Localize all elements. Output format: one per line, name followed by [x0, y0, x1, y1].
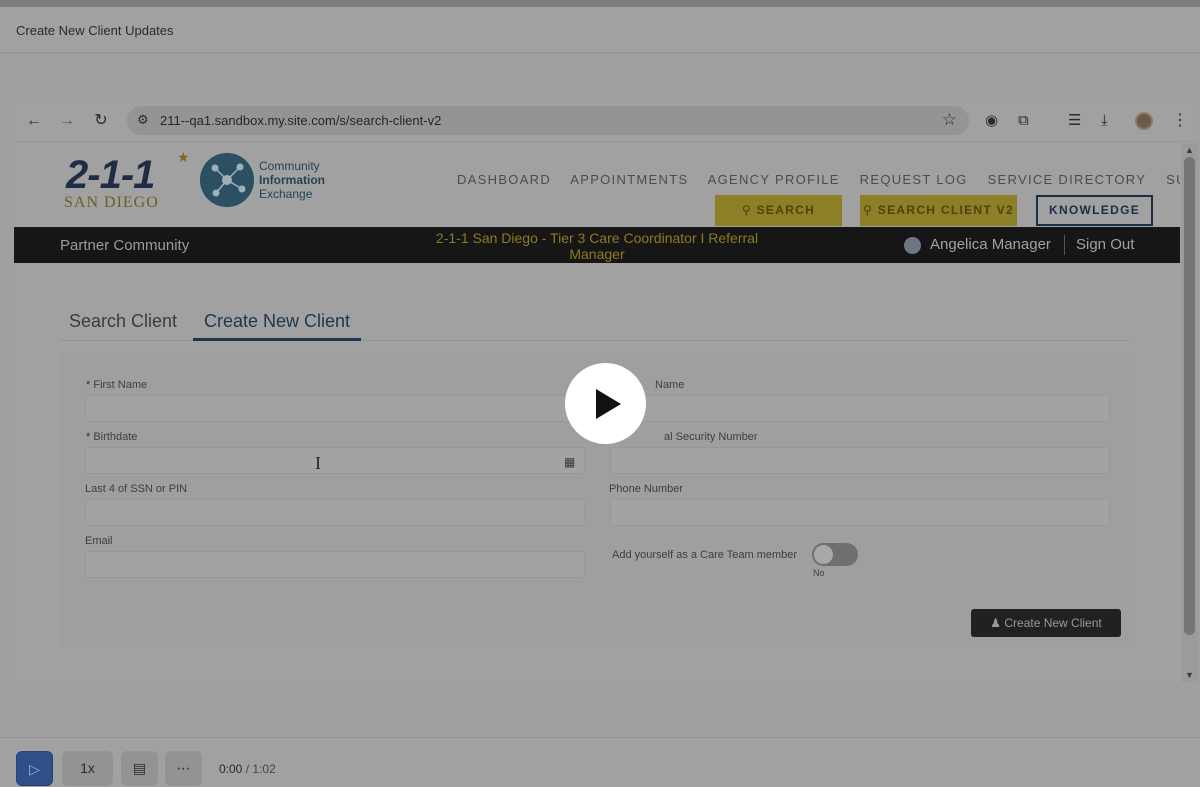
ssn-label: al Security Number [664, 431, 758, 443]
tab-search-client[interactable]: Search Client [69, 311, 177, 338]
tab-create-new-client[interactable]: Create New Client [193, 311, 362, 341]
back-icon[interactable]: ← [25, 112, 43, 130]
cie-line-1: Community [259, 159, 320, 173]
more-vert-icon[interactable]: ⋮ [1172, 110, 1188, 130]
extension-icon[interactable]: ◉ [985, 112, 998, 130]
video-title: Create New Client Updates [16, 23, 174, 38]
role-line-1: 2-1-1 San Diego - Tier 3 Care Coordinato… [435, 230, 759, 246]
nav-service-directory[interactable]: SERVICE DIRECTORY [988, 172, 1147, 187]
last-name-label: Name [655, 379, 685, 391]
play-icon [596, 389, 621, 419]
role-line-2: Manager [569, 246, 625, 262]
current-time: 0:00 [219, 762, 243, 776]
play-button[interactable]: ▷ [16, 751, 53, 786]
phone-label: Phone Number [609, 483, 683, 495]
more-horiz-icon: ⋯ [176, 760, 191, 776]
star-icon[interactable]: ☆ [942, 110, 957, 130]
toggle-knob [814, 545, 833, 564]
sign-out-link[interactable]: Sign Out [1076, 236, 1134, 253]
page-scrollbar[interactable]: ▲ ▼ [1181, 143, 1198, 682]
profile-avatar[interactable] [1135, 112, 1153, 130]
play-overlay-button[interactable] [565, 363, 646, 444]
header-divider [1064, 235, 1065, 255]
transcript-button[interactable]: ▤ [121, 751, 158, 786]
logo-digits: 2-1-1 [66, 153, 155, 197]
nav-support[interactable]: SUPPORT [1166, 172, 1180, 187]
last4-input[interactable] [85, 499, 585, 526]
care-team-toggle[interactable] [812, 543, 858, 566]
user-role-banner: 2-1-1 San Diego - Tier 3 Care Coordinato… [414, 230, 780, 262]
knowledge-button[interactable]: KNOWLEDGE [1036, 195, 1153, 226]
browser-toolbar: ← → ↻ ⚙ 211--qa1.sandbox.my.site.com/s/s… [14, 100, 1198, 142]
email-input[interactable] [85, 551, 585, 578]
media-queue-icon[interactable]: ☰ [1068, 112, 1081, 130]
create-new-client-button[interactable]: ♟ Create New Client [971, 609, 1121, 637]
duration: 1:02 [252, 762, 276, 776]
client-tabs: Search Client Create New Client [60, 311, 1130, 341]
partner-community-label: Partner Community [60, 237, 190, 254]
user-avatar-icon[interactable] [904, 237, 921, 254]
logo-region: SAN DIEGO [64, 194, 159, 211]
more-options-button[interactable]: ⋯ [165, 751, 202, 786]
nav-appointments[interactable]: APPOINTMENTS [570, 172, 688, 187]
text-cursor-icon: I [315, 453, 321, 473]
calendar-icon[interactable]: ▦ [564, 455, 575, 469]
top-strip [0, 0, 1200, 7]
address-bar[interactable]: ⚙ 211--qa1.sandbox.my.site.com/s/search-… [127, 106, 969, 135]
first-name-input[interactable] [85, 395, 585, 422]
top-nav: DASHBOARD APPOINTMENTS AGENCY PROFILE RE… [457, 172, 1180, 187]
nav-dashboard[interactable]: DASHBOARD [457, 172, 551, 187]
play-icon: ▷ [29, 761, 40, 777]
site-settings-icon[interactable]: ⚙ [137, 112, 149, 128]
player-controls: ▷ 1x ▤ ⋯ 0:00 / 1:02 [0, 737, 1200, 787]
scroll-up-icon[interactable]: ▲ [1185, 145, 1194, 155]
scroll-down-icon[interactable]: ▼ [1185, 670, 1194, 680]
cie-line-3: Exchange [259, 187, 313, 201]
user-name[interactable]: Angelica Manager [930, 236, 1051, 253]
url-text: 211--qa1.sandbox.my.site.com/s/search-cl… [160, 113, 442, 128]
download-icon[interactable]: ⤓ [1101, 112, 1108, 130]
search-client-v2-label: SEARCH CLIENT V2 [877, 203, 1014, 217]
care-team-toggle-state: No [813, 568, 825, 578]
create-new-client-label: Create New Client [1004, 616, 1102, 630]
phone-input[interactable] [610, 499, 1110, 526]
puzzle-icon[interactable]: ⧉ [1018, 112, 1029, 130]
birthdate-label: * Birthdate [86, 431, 138, 443]
last-name-input[interactable] [610, 395, 1110, 422]
time-display: 0:00 / 1:02 [219, 762, 276, 776]
care-team-label: Add yourself as a Care Team member [612, 549, 798, 561]
player-title-bar: Create New Client Updates [0, 7, 1200, 53]
search-icon: ⚲ [741, 203, 752, 217]
nav-agency-profile[interactable]: AGENCY PROFILE [708, 172, 840, 187]
cie-network-icon [200, 153, 254, 207]
nav-request-log[interactable]: REQUEST LOG [860, 172, 968, 187]
birthdate-input[interactable] [85, 447, 585, 474]
cie-logo-text: Community Information Exchange [259, 159, 325, 201]
email-label: Email [85, 535, 113, 547]
ssn-input[interactable] [610, 447, 1110, 474]
first-name-label: * First Name [86, 379, 148, 391]
reload-icon[interactable]: ↻ [92, 112, 110, 130]
last4-label: Last 4 of SSN or PIN [85, 483, 188, 495]
cie-logo[interactable]: Community Information Exchange [200, 153, 340, 211]
forward-icon[interactable]: → [58, 112, 76, 130]
playback-speed-button[interactable]: 1x [62, 751, 113, 786]
search-icon: ⚲ [863, 203, 874, 217]
scroll-thumb[interactable] [1184, 157, 1195, 635]
add-user-icon: ♟ [990, 616, 1002, 630]
time-separator: / [245, 762, 250, 776]
search-client-button[interactable]: ⚲ SEARCH CLIENT [715, 195, 842, 248]
cie-line-2: Information [259, 173, 325, 187]
logo-star-icon: ★ [177, 149, 190, 165]
community-header-bar: Partner Community 2-1-1 San Diego - Tier… [14, 227, 1180, 263]
transcript-icon: ▤ [132, 760, 147, 776]
search-client-v2-button[interactable]: ⚲ SEARCH CLIENT V2 [860, 195, 1017, 226]
logo-211-san-diego[interactable]: 2-1-1 ★ SAN DIEGO [64, 149, 190, 211]
